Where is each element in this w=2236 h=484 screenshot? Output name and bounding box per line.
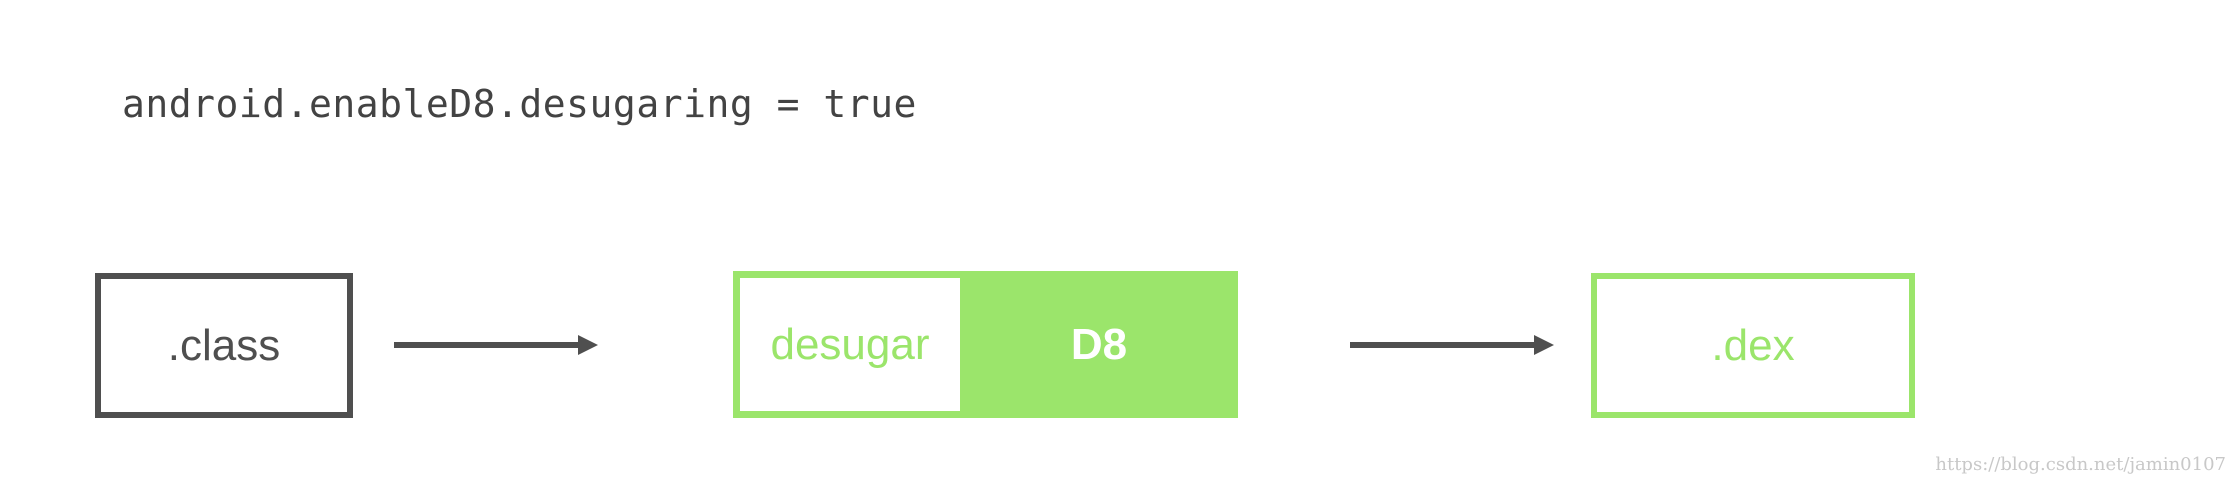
class-file-box: .class <box>95 273 353 418</box>
desugar-label: desugar <box>770 319 930 369</box>
desugar-cell: desugar <box>740 278 960 411</box>
arrow-class-to-d8 <box>394 335 598 355</box>
config-line: android.enableD8.desugaring = true <box>122 82 917 126</box>
d8-cell: D8 <box>960 271 1238 418</box>
d8-processor-box: desugar D8 <box>733 271 1238 418</box>
arrow-d8-to-dex <box>1350 335 1554 355</box>
class-file-label: .class <box>167 320 281 370</box>
dex-file-label: .dex <box>1711 320 1795 370</box>
watermark: https://blog.csdn.net/jamin0107 <box>1935 454 2226 475</box>
d8-label: D8 <box>1070 319 1128 369</box>
dex-file-box: .dex <box>1591 273 1915 418</box>
